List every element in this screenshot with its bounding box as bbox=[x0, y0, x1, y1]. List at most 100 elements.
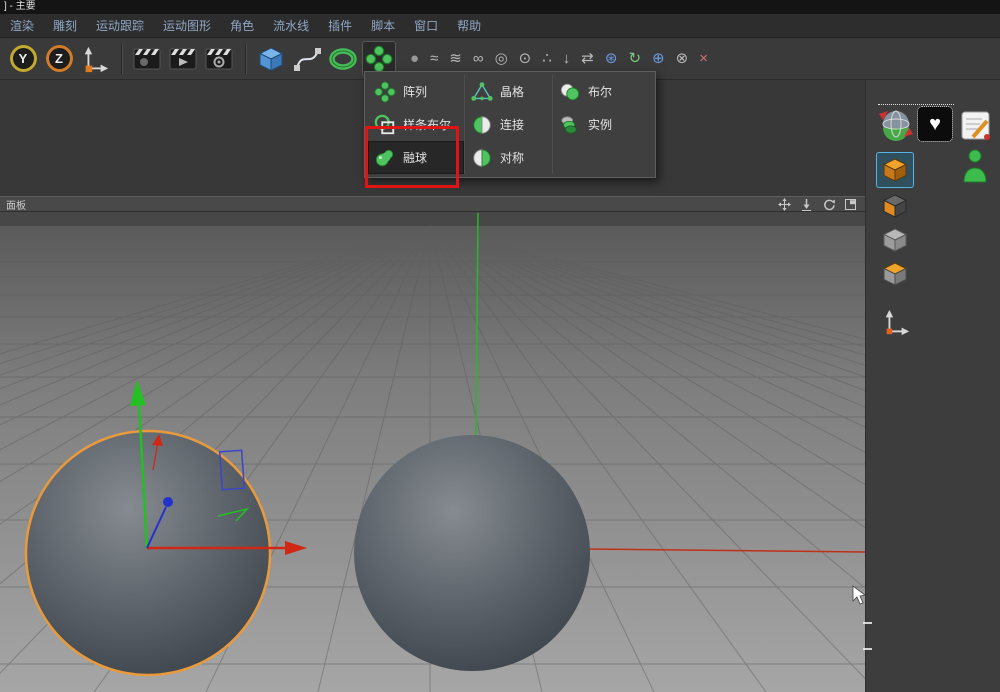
content-browser-button[interactable]: ♥ bbox=[918, 107, 952, 141]
menu-item-label: 样条布尔 bbox=[403, 116, 451, 133]
menu-sculpt[interactable]: 雕刻 bbox=[53, 17, 77, 34]
hud-mark bbox=[863, 622, 872, 624]
menu-item-spline-boole[interactable]: 样条布尔 bbox=[368, 108, 464, 141]
menu-item-symmetry[interactable]: 对称 bbox=[464, 141, 552, 174]
zoom-view-icon[interactable] bbox=[800, 198, 813, 211]
add-cube-button[interactable] bbox=[254, 41, 288, 77]
viewport-3d[interactable] bbox=[0, 212, 865, 692]
menu-mograph[interactable]: 运动图形 bbox=[163, 17, 211, 34]
menu-script[interactable]: 脚本 bbox=[371, 17, 395, 34]
spline-boole-icon bbox=[374, 114, 396, 136]
right-icon-palette: ♥ bbox=[865, 80, 1000, 692]
wave-icon[interactable]: ≈ bbox=[430, 51, 438, 66]
menu-item-array[interactable]: 阵列 bbox=[368, 75, 464, 108]
orange-cube-icon bbox=[881, 156, 909, 184]
sphere-object-right[interactable] bbox=[354, 435, 590, 671]
cube-mode-button-3[interactable] bbox=[878, 224, 912, 256]
subdivision-surface-button[interactable] bbox=[326, 41, 360, 77]
heart-icon: ♥ bbox=[929, 113, 941, 136]
menu-item-label: 融球 bbox=[403, 149, 427, 166]
material-globe-button[interactable] bbox=[878, 107, 914, 141]
symmetry-icon bbox=[471, 147, 493, 169]
render-view-button[interactable] bbox=[130, 41, 164, 77]
menu-help[interactable]: 帮助 bbox=[457, 17, 481, 34]
toolbar-separator bbox=[245, 44, 247, 74]
menu-motion-track[interactable]: 运动跟踪 bbox=[96, 17, 144, 34]
spline-wave-icon[interactable]: ≋ bbox=[449, 51, 462, 66]
y-axis-lock-button[interactable]: Y bbox=[6, 41, 40, 77]
z-axis-lock-button[interactable]: Z bbox=[42, 41, 76, 77]
render-picture-viewer-button[interactable] bbox=[166, 41, 200, 77]
application-window: ] - 主要 渲染 雕刻 运动跟踪 运动图形 角色 流水线 插件 脚本 窗口 帮… bbox=[0, 0, 1000, 692]
menu-plugins[interactable]: 插件 bbox=[328, 17, 352, 34]
window-title: ] - 主要 bbox=[4, 1, 36, 12]
menu-item-label: 布尔 bbox=[588, 83, 612, 100]
cube-mode-button-4[interactable] bbox=[878, 258, 912, 290]
lattice-icon bbox=[471, 81, 493, 103]
menu-item-label: 连接 bbox=[500, 116, 524, 133]
axis-mode-button[interactable] bbox=[880, 306, 912, 338]
sphere-object-left-selected[interactable] bbox=[26, 431, 270, 675]
menu-window[interactable]: 窗口 bbox=[414, 17, 438, 34]
attractor-icon[interactable]: ⊕ bbox=[652, 51, 665, 66]
menu-pipeline[interactable]: 流水线 bbox=[273, 17, 309, 34]
title-bar: ] - 主要 bbox=[0, 0, 1000, 14]
snowflake-icon[interactable]: ⊛ bbox=[605, 51, 618, 66]
cube-object-button-selected[interactable] bbox=[876, 152, 914, 188]
menu-item-label: 晶格 bbox=[500, 83, 524, 100]
z-axis-label: Z bbox=[55, 51, 63, 66]
axis-gizmo-icon bbox=[881, 307, 911, 337]
menu-bar: 渲染 雕刻 运动跟踪 运动图形 角色 流水线 插件 脚本 窗口 帮助 bbox=[0, 14, 1000, 38]
menu-item-metaball[interactable]: 融球 bbox=[368, 141, 464, 174]
palette-dotted-divider bbox=[878, 104, 954, 105]
notes-button[interactable] bbox=[958, 109, 994, 143]
chain-icon[interactable]: ∞ bbox=[473, 51, 484, 66]
menu-empty-cell bbox=[552, 141, 652, 174]
gravity-icon[interactable]: ↓ bbox=[563, 51, 571, 66]
destructor-icon[interactable]: × bbox=[699, 51, 708, 66]
viewport-panel-label: 面板 bbox=[0, 197, 778, 212]
boole-icon bbox=[559, 81, 581, 103]
generators-dropdown-menu: 阵列 晶格 布尔 样条布尔 bbox=[364, 71, 656, 178]
pan-view-icon[interactable] bbox=[778, 198, 791, 211]
spline-pen-button[interactable] bbox=[290, 41, 324, 77]
circle-icon[interactable]: ⊙ bbox=[519, 51, 532, 66]
rotate-view-icon[interactable] bbox=[822, 198, 835, 211]
menu-item-label: 阵列 bbox=[403, 83, 427, 100]
menu-item-label: 实例 bbox=[588, 116, 612, 133]
orange-top-cube-icon bbox=[881, 260, 909, 288]
globe-icon bbox=[878, 107, 914, 141]
rings-icon[interactable]: ◎ bbox=[495, 51, 508, 66]
character-object-button[interactable] bbox=[960, 148, 990, 184]
gizmo-z-handle[interactable] bbox=[163, 497, 173, 507]
cube-mode-button-2[interactable] bbox=[878, 190, 912, 222]
array-flower-icon bbox=[364, 45, 394, 73]
deflector-icon[interactable]: ⇄ bbox=[581, 51, 594, 66]
menu-item-instance[interactable]: 实例 bbox=[552, 108, 652, 141]
dark-orange-cube-icon bbox=[881, 192, 909, 220]
hud-mark bbox=[863, 648, 872, 650]
toolbar-separator bbox=[121, 44, 123, 74]
clapper-icon bbox=[132, 46, 162, 72]
turbulence-icon[interactable]: ⊗ bbox=[676, 51, 689, 66]
sphere-icon[interactable]: ● bbox=[410, 51, 419, 66]
rotator-icon[interactable]: ↻ bbox=[628, 51, 641, 66]
green-torus-icon bbox=[327, 45, 359, 73]
menu-render[interactable]: 渲染 bbox=[10, 17, 34, 34]
menu-item-boole[interactable]: 布尔 bbox=[552, 75, 652, 108]
clapper-plus-icon bbox=[168, 46, 198, 72]
menu-item-lattice[interactable]: 晶格 bbox=[464, 75, 552, 108]
secondary-toolbar-icons: ● ≈ ≋ ∞ ◎ ⊙ ∴ ↓ ⇄ ⊛ ↻ ⊕ ⊗ × bbox=[410, 51, 708, 66]
menu-character[interactable]: 角色 bbox=[230, 17, 254, 34]
cube-icon bbox=[256, 45, 286, 73]
menu-item-connect[interactable]: 连接 bbox=[464, 108, 552, 141]
metaball-icon bbox=[374, 147, 396, 169]
coordinate-system-button[interactable] bbox=[78, 41, 112, 77]
toggle-view-icon[interactable] bbox=[844, 198, 857, 211]
horizon-band bbox=[0, 212, 865, 226]
connect-icon bbox=[471, 114, 493, 136]
y-axis-label: Y bbox=[19, 51, 28, 66]
render-settings-button[interactable] bbox=[202, 41, 236, 77]
particles-icon[interactable]: ∴ bbox=[542, 51, 552, 66]
spline-icon bbox=[292, 45, 322, 73]
